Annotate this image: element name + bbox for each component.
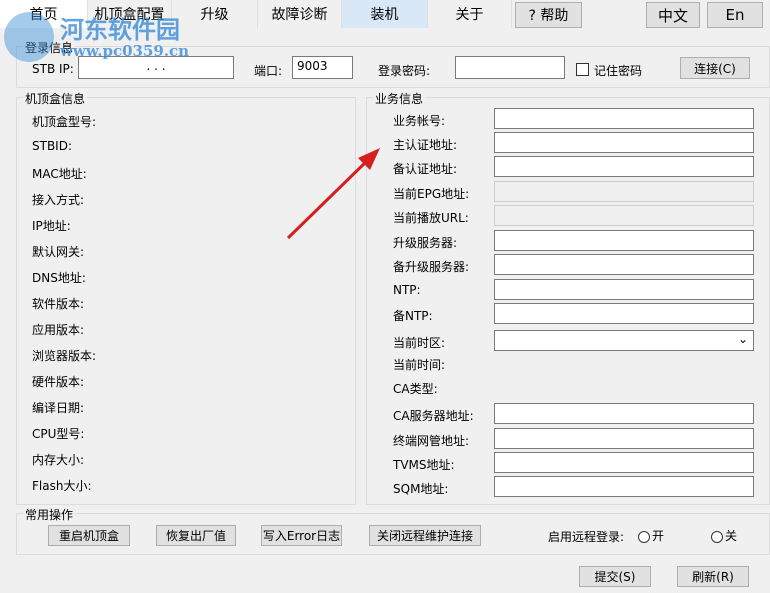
stb-info-label: 应用版本: [32,323,85,337]
tab-0[interactable]: 首页 [0,0,88,28]
stb-info-label: 硬件版本: [32,375,85,389]
service-field-input[interactable] [494,132,754,153]
remote-off-radio[interactable]: 关 [711,527,737,544]
service-field-label: 业务帐号: [393,114,446,128]
service-field-input[interactable] [494,230,754,251]
service-field-label: NTP: [393,283,421,297]
lang-en-button[interactable]: En [707,2,763,28]
service-field-label: CA类型: [393,382,438,396]
stb-info-label: IP地址: [32,219,71,233]
stb-info-label: CPU型号: [32,427,85,441]
service-field-label: 终端网管地址: [393,434,470,448]
radio-icon [711,530,723,543]
close-remote-maintenance-button[interactable]: 关闭远程维护连接 [369,525,481,546]
connect-button[interactable]: 连接(C) [680,57,750,79]
service-field-input[interactable] [494,476,754,497]
refresh-button[interactable]: 刷新(R) [677,566,749,587]
stb-info-label: 机顶盒型号: [32,115,97,129]
tab-3[interactable]: 故障诊断 [258,0,342,28]
submit-button[interactable]: 提交(S) [579,566,651,587]
service-info-title: 业务信息 [373,90,426,107]
remote-on-label: 开 [652,529,665,543]
stb-info-label: 内存大小: [32,453,85,467]
remote-off-label: 关 [725,529,738,543]
remember-password-label: 记住密码 [594,64,643,78]
write-error-log-button[interactable]: 写入Error日志 [261,525,342,546]
service-field-label: 主认证地址: [393,138,458,152]
service-field-label: 当前EPG地址: [393,187,470,201]
stb-info-label: 浏览器版本: [32,349,97,363]
remote-login-label: 启用远程登录: [548,530,625,544]
radio-icon [638,530,650,543]
service-field-input [494,205,754,226]
common-ops-title: 常用操作 [23,506,76,523]
lang-zh-button[interactable]: 中文 [646,2,700,28]
stb-info-title: 机顶盒信息 [23,90,88,107]
chevron-down-icon: ⌄ [738,332,749,346]
service-field-input[interactable] [494,254,754,275]
service-field-label: 当前播放URL: [393,211,469,225]
remember-password-checkbox[interactable] [576,63,589,76]
login-group-title: 登录信息 [23,39,76,56]
stb-info-label: 编译日期: [32,401,85,415]
stb-info-label: DNS地址: [32,271,86,285]
port-input[interactable]: 9003 [292,56,353,79]
stb-info-label: 接入方式: [32,193,85,207]
tab-4[interactable]: 装机 [342,0,428,28]
stb-info-label: STBID: [32,139,73,153]
service-field-label: TVMS地址: [393,458,455,472]
tab-5[interactable]: 关于 [428,0,512,28]
service-field-input[interactable] [494,428,754,449]
stb-ip-label: STB IP: [32,62,74,76]
service-field-label: 备认证地址: [393,162,458,176]
service-field-input[interactable] [494,156,754,177]
service-field-label: SQM地址: [393,482,449,496]
port-label: 端口: [254,64,283,78]
service-field-input[interactable] [494,108,754,129]
tab-2[interactable]: 升级 [172,0,258,28]
stb-info-label: MAC地址: [32,167,87,181]
password-label: 登录密码: [378,64,431,78]
stb-info-label: 软件版本: [32,297,85,311]
reboot-stb-button[interactable]: 重启机顶盒 [48,525,130,546]
service-field-label: 当前时间: [393,358,446,372]
service-field-label: 备NTP: [393,309,433,323]
service-field-label: 当前时区: [393,336,446,350]
service-field-input [494,181,754,202]
stb-ip-input[interactable]: . . . [78,56,234,79]
service-field-input[interactable] [494,303,754,324]
help-button[interactable]: ? 帮助 [515,2,582,28]
service-field-input[interactable] [494,452,754,473]
factory-reset-button[interactable]: 恢复出厂值 [156,525,236,546]
stb-info-label: 默认网关: [32,245,85,259]
service-field-label: 备升级服务器: [393,260,470,274]
service-field-label: 升级服务器: [393,236,458,250]
tab-1[interactable]: 机顶盒配置 [88,0,172,28]
timezone-select[interactable] [494,330,754,351]
password-input[interactable] [455,56,565,79]
stb-info-label: Flash大小: [32,479,92,493]
remote-on-radio[interactable]: 开 [638,527,664,544]
red-arrow-annotation [286,148,380,240]
service-field-label: CA服务器地址: [393,409,474,423]
service-field-input[interactable] [494,403,754,424]
service-field-input[interactable] [494,279,754,300]
